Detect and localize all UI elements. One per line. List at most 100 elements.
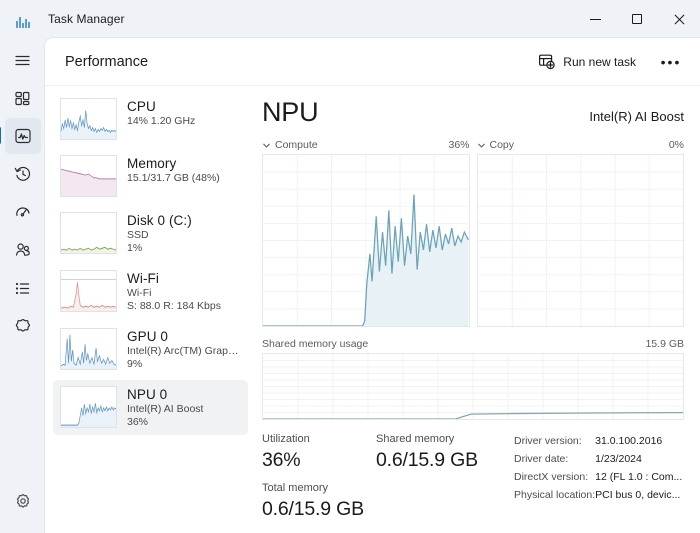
processes-grid-icon [15,91,30,105]
content-card: Performance Run new task ••• CPU 14% 1.2… [45,38,700,533]
resource-sub1: Intel(R) Arc(TM) Graph... [127,345,242,357]
resource-item-cpu[interactable]: CPU 14% 1.20 GHz [53,92,248,146]
shared-memory-label-text: Shared memory usage [262,338,369,350]
driver-info-table: Driver version: 31.0.100.2016 Driver date:… [514,432,682,522]
sidebar-item-app-history[interactable] [5,156,41,192]
resource-thumbnail [60,98,117,140]
hamburger-menu-button[interactable] [5,42,41,78]
services-gear-icon [15,319,30,332]
resource-item-memory[interactable]: Memory 15.1/31.7 GB (48%) [53,149,248,203]
resource-name: Disk 0 (C:) [127,213,192,228]
close-button[interactable] [658,0,700,38]
resource-thumbnail [60,155,117,197]
driver-info-value: PCI bus 0, devic... [595,489,681,501]
shared-memory-graph-label: Shared memory usage 15.9 GB [262,338,684,353]
npu-detail-pane: NPU Intel(R) AI Boost Compute 36% Copy 0… [248,86,700,533]
resource-name: Wi-Fi [127,271,159,286]
resource-name: Memory [127,156,177,171]
copy-graph [476,154,684,327]
sidebar-item-details[interactable] [5,270,41,306]
performance-main: CPU 14% 1.20 GHz Memory 15.1/31.7 GB (48%) D… [45,86,700,533]
run-new-task-button[interactable]: Run new task [528,46,646,78]
sidebar-item-performance[interactable] [0,118,41,154]
gear-icon [16,494,29,508]
resource-thumbnail [60,270,117,312]
window-body: Performance Run new task ••• CPU 14% 1.2… [0,38,700,533]
shared-memory-graph-svg [263,354,683,419]
resource-text: Disk 0 (C:) SSD 1% [127,212,192,255]
resource-thumbnail [60,212,117,254]
total-memory-value: 0.6/15.9 GB [262,498,364,520]
utilization-label: Utilization [262,433,310,445]
history-clock-icon [14,166,30,181]
compute-graph-column: Compute 36% [262,139,470,327]
resource-thumbnail [60,386,117,428]
chevron-down-icon [262,141,271,150]
sidebar-item-processes[interactable] [5,80,41,116]
copy-graph-label[interactable]: Copy 0% [477,139,684,154]
resource-list: CPU 14% 1.20 GHz Memory 15.1/31.7 GB (48%) D… [45,86,248,533]
engine-graphs-row: Compute 36% Copy 0% [262,139,684,327]
copy-value: 0% [668,139,684,151]
resource-sub1: 14% 1.20 GHz [127,115,196,127]
command-bar: Performance Run new task ••• [45,38,700,86]
compute-graph-svg [263,155,469,326]
users-people-icon [15,243,30,256]
more-options-button[interactable]: ••• [654,46,688,78]
minimize-button[interactable] [574,0,616,38]
resource-sub2: 9% [127,358,143,370]
window-title: Task Manager [48,12,125,26]
details-list-icon [15,282,30,294]
driver-info: Driver version: 31.0.100.2016 Driver date:… [514,432,682,504]
utilization-stat: Utilization 36% Total memory 0.6/15.9 GB [262,432,376,522]
shared-memory-max: 15.9 GB [645,338,684,350]
utilization-value: 36% [262,449,301,471]
task-manager-window: Task Manager Performance Run new task ••… [0,0,700,533]
driver-info-value: 1/23/2024 [595,453,642,465]
driver-info-value: 12 (FL 1.0 : Com... [595,471,683,483]
resource-item-npu-0[interactable]: NPU 0 Intel(R) AI Boost 36% [53,380,248,435]
maximize-button[interactable] [616,0,658,38]
command-bar-actions: Run new task ••• [528,46,688,78]
sidebar-item-users[interactable] [5,232,41,268]
resource-sub2: 1% [127,242,143,254]
sidebar-item-startup-apps[interactable] [5,194,41,230]
close-icon [673,13,685,25]
driver-info-key: Driver date: [514,453,569,465]
resource-thumbnail [60,328,117,370]
settings-button[interactable] [5,483,41,519]
chevron-down-icon [477,141,486,150]
detail-header: NPU Intel(R) AI Boost [262,96,684,128]
resource-item-gpu-0[interactable]: GPU 0 Intel(R) Arc(TM) Graph... 9% [53,322,248,377]
resource-name: GPU 0 [127,329,169,344]
resource-sub1: SSD [127,229,149,241]
copy-graph-svg [477,155,683,326]
driver-info-row: Driver version: 31.0.100.2016 [514,432,682,450]
resource-name: CPU [127,99,156,114]
navigation-rail [0,38,45,533]
resource-sub2: S: 88.0 R: 184 Kbps [127,300,221,312]
resource-item-wi-fi[interactable]: Wi-Fi Wi-Fi S: 88.0 R: 184 Kbps [53,264,248,319]
compute-value: 36% [448,139,470,151]
page-title: Performance [65,53,149,70]
npu-stats: Utilization 36% Total memory 0.6/15.9 GB… [262,432,684,522]
shared-memory-graph [262,353,684,420]
total-memory-label: Total memory [262,482,329,494]
npu-title: NPU [262,97,319,127]
resource-name: NPU 0 [127,387,168,402]
run-new-task-label: Run new task [563,54,636,69]
driver-info-value: 31.0.100.2016 [595,435,663,447]
sidebar-item-services[interactable] [5,308,41,344]
shared-memory-stat-value: 0.6/15.9 GB [376,449,478,471]
startup-rocket-icon [15,207,30,217]
stat-gap [262,473,376,481]
resource-item-disk-0-c[interactable]: Disk 0 (C:) SSD 1% [53,206,248,261]
maximize-icon [632,14,642,24]
minimize-icon [589,18,601,20]
driver-info-row: DirectX version: 12 (FL 1.0 : Com... [514,468,682,486]
title-bar: Task Manager [0,0,700,38]
compute-graph-label[interactable]: Compute 36% [262,139,470,154]
npu-device-name: Intel(R) AI Boost [589,109,684,124]
resource-text: NPU 0 Intel(R) AI Boost 36% [127,386,203,429]
shared-memory-stat: Shared memory 0.6/15.9 GB [376,432,508,522]
